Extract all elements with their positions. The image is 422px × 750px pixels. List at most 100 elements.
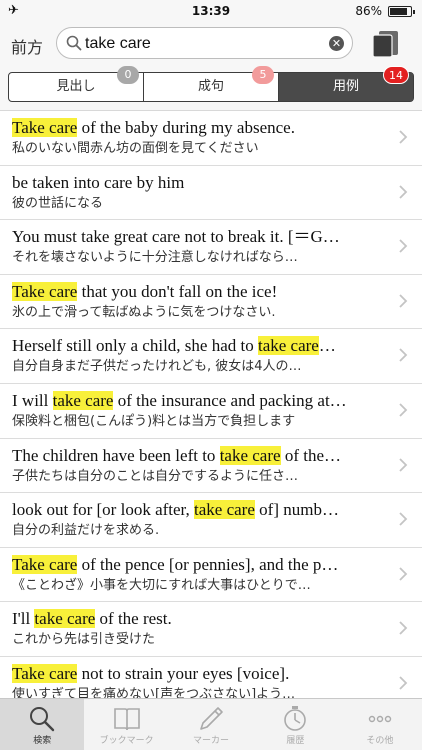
battery-percent: 86% [355, 4, 382, 18]
example-english: be taken into care by him [12, 172, 382, 194]
chevron-right-icon [399, 348, 408, 363]
segment-label: 用例 [332, 79, 359, 94]
example-japanese: 自分自身まだ子供だったけれども, 彼女は4人の… [12, 359, 302, 375]
tab-bookmarks[interactable]: ブックマーク [84, 699, 168, 750]
tab-label: マーカー [193, 736, 230, 746]
search-input[interactable] [85, 33, 315, 55]
example-text: … [318, 336, 336, 356]
example-text: of the rest. [95, 609, 172, 629]
example-text: be taken into care by him [12, 172, 185, 192]
example-text: of the insurance and packing at… [113, 390, 347, 410]
segment-headwords[interactable]: 見出し 0 [9, 66, 144, 101]
status-bar: ✈ 13:39 86% [0, 0, 422, 22]
example-japanese: 使いすぎて目を痛めない[声をつぶさない]よう… [12, 686, 296, 698]
result-row[interactable]: Take care not to strain your eyes [voice… [0, 657, 422, 698]
example-japanese: 彼の世話になる [12, 195, 104, 211]
example-text: I will [12, 390, 53, 410]
search-mode-button[interactable]: 前方 [11, 34, 43, 58]
dictionary-books-icon[interactable] [370, 30, 400, 58]
chevron-right-icon [399, 621, 408, 635]
result-row[interactable]: I will take care of the insurance and pa… [0, 384, 422, 439]
result-row[interactable]: look out for [or look after, take care o… [0, 493, 422, 548]
result-row[interactable]: Herself still only a child, she had to t… [0, 329, 422, 384]
tab-label: その他 [366, 736, 394, 746]
example-english: Take care that you don't fall on the ice… [12, 281, 382, 303]
result-type-segmented-control: 見出し 0 成句 5 用例 14 [8, 66, 414, 102]
example-english: I'll take care of the rest. [12, 608, 382, 630]
example-text: of the pence [or pennies], and the p… [77, 554, 339, 574]
result-row[interactable]: Take care that you don't fall on the ice… [0, 275, 422, 330]
chevron-right-icon [399, 676, 408, 690]
chevron-right-icon [399, 457, 408, 472]
tab-label: 検索 [33, 736, 52, 746]
search-term-highlight: take care [194, 500, 255, 520]
result-row[interactable]: I'll take care of the rest. これから先は引き受けた [0, 602, 422, 657]
search-icon [30, 707, 55, 732]
search-term-highlight: Take care [12, 663, 78, 683]
chevron-right-icon [399, 184, 408, 199]
tab-label: ブックマーク [99, 736, 154, 746]
search-term-highlight: Take care [12, 281, 78, 301]
example-text: You must take great care not to break it… [12, 227, 340, 247]
segment-examples[interactable]: 用例 14 [279, 66, 413, 101]
example-text: that you don't fall on the ice! [77, 281, 278, 301]
tab-history[interactable]: 履歴 [253, 699, 337, 750]
tab-search[interactable]: 検索 [0, 699, 85, 750]
search-term-highlight: take care [34, 609, 96, 629]
chevron-right-icon [399, 403, 408, 417]
example-japanese: 保険料と梱包(こんぽう)料とは当方で負担します [12, 413, 296, 429]
example-japanese: 《ことわざ》小事を大切にすれば大事はひとりで… [12, 577, 311, 593]
search-term-highlight: Take care [12, 554, 78, 574]
example-text: of the baby during my absence. [77, 118, 295, 137]
example-text: look out for [or look after, [12, 500, 195, 520]
search-term-highlight: take care [219, 445, 281, 465]
search-icon [66, 35, 82, 51]
example-english: The children have been left to take care… [12, 445, 382, 467]
result-row[interactable]: You must take great care not to break it… [0, 220, 422, 275]
example-japanese: それを壊さないように十分注意しなければなら… [12, 250, 298, 266]
example-text: The children have been left to [12, 445, 220, 465]
search-bar: 前方 ✕ [0, 22, 422, 66]
example-text: not to strain your eyes [voice]. [77, 663, 290, 683]
tab-bar: 検索 ブックマーク マーカー 履歴 その他 [0, 698, 422, 750]
tab-more[interactable]: その他 [338, 699, 422, 750]
chevron-right-icon [399, 512, 408, 526]
example-text: of the… [280, 445, 341, 465]
search-term-highlight: Take care [12, 118, 78, 137]
search-term-highlight: take care [52, 390, 114, 410]
example-text: of] numb… [254, 500, 339, 520]
count-badge: 5 [252, 66, 274, 84]
battery-icon [388, 6, 415, 17]
segment-label: 見出し [56, 79, 96, 94]
example-japanese: 私のいない間赤ん坊の面倒を見てください [12, 141, 259, 156]
example-english: Herself still only a child, she had to t… [12, 335, 382, 357]
example-english: I will take care of the insurance and pa… [12, 390, 382, 412]
example-japanese: 自分の利益だけを求める. [12, 523, 160, 539]
result-row[interactable]: be taken into care by him 彼の世話になる [0, 166, 422, 221]
segment-phrases[interactable]: 成句 5 [144, 66, 279, 101]
search-term-highlight: take care [257, 336, 319, 356]
tab-label: 履歴 [286, 736, 305, 746]
result-row[interactable]: The children have been left to take care… [0, 439, 422, 494]
example-japanese: これから先は引き受けた [12, 632, 156, 648]
example-english: You must take great care not to break it… [12, 226, 382, 248]
example-english: look out for [or look after, take care o… [12, 499, 382, 521]
count-badge: 14 [383, 66, 409, 84]
clear-icon[interactable]: ✕ [329, 36, 344, 51]
history-icon [284, 706, 307, 731]
segment-label: 成句 [197, 79, 224, 94]
results-list: Take care of the baby during my absence.… [0, 110, 422, 698]
search-field[interactable]: ✕ [56, 27, 353, 59]
example-japanese: 子供たちは自分のことは自分でするように任さ… [12, 468, 299, 484]
chevron-right-icon [399, 239, 408, 253]
tab-markers[interactable]: マーカー [169, 699, 253, 750]
example-english: Take care not to strain your eyes [voice… [12, 663, 382, 685]
example-japanese: 氷の上で滑って転ばぬように気をつけなさい. [12, 304, 276, 320]
example-english: Take care of the baby during my absence. [12, 117, 382, 139]
result-row[interactable]: Take care of the baby during my absence.… [0, 111, 422, 166]
chevron-right-icon [399, 294, 408, 308]
example-english: Take care of the pence [or pennies], and… [12, 554, 382, 576]
example-text: Herself still only a child, she had to [12, 336, 258, 356]
result-row[interactable]: Take care of the pence [or pennies], and… [0, 548, 422, 603]
book-icon [113, 708, 140, 731]
